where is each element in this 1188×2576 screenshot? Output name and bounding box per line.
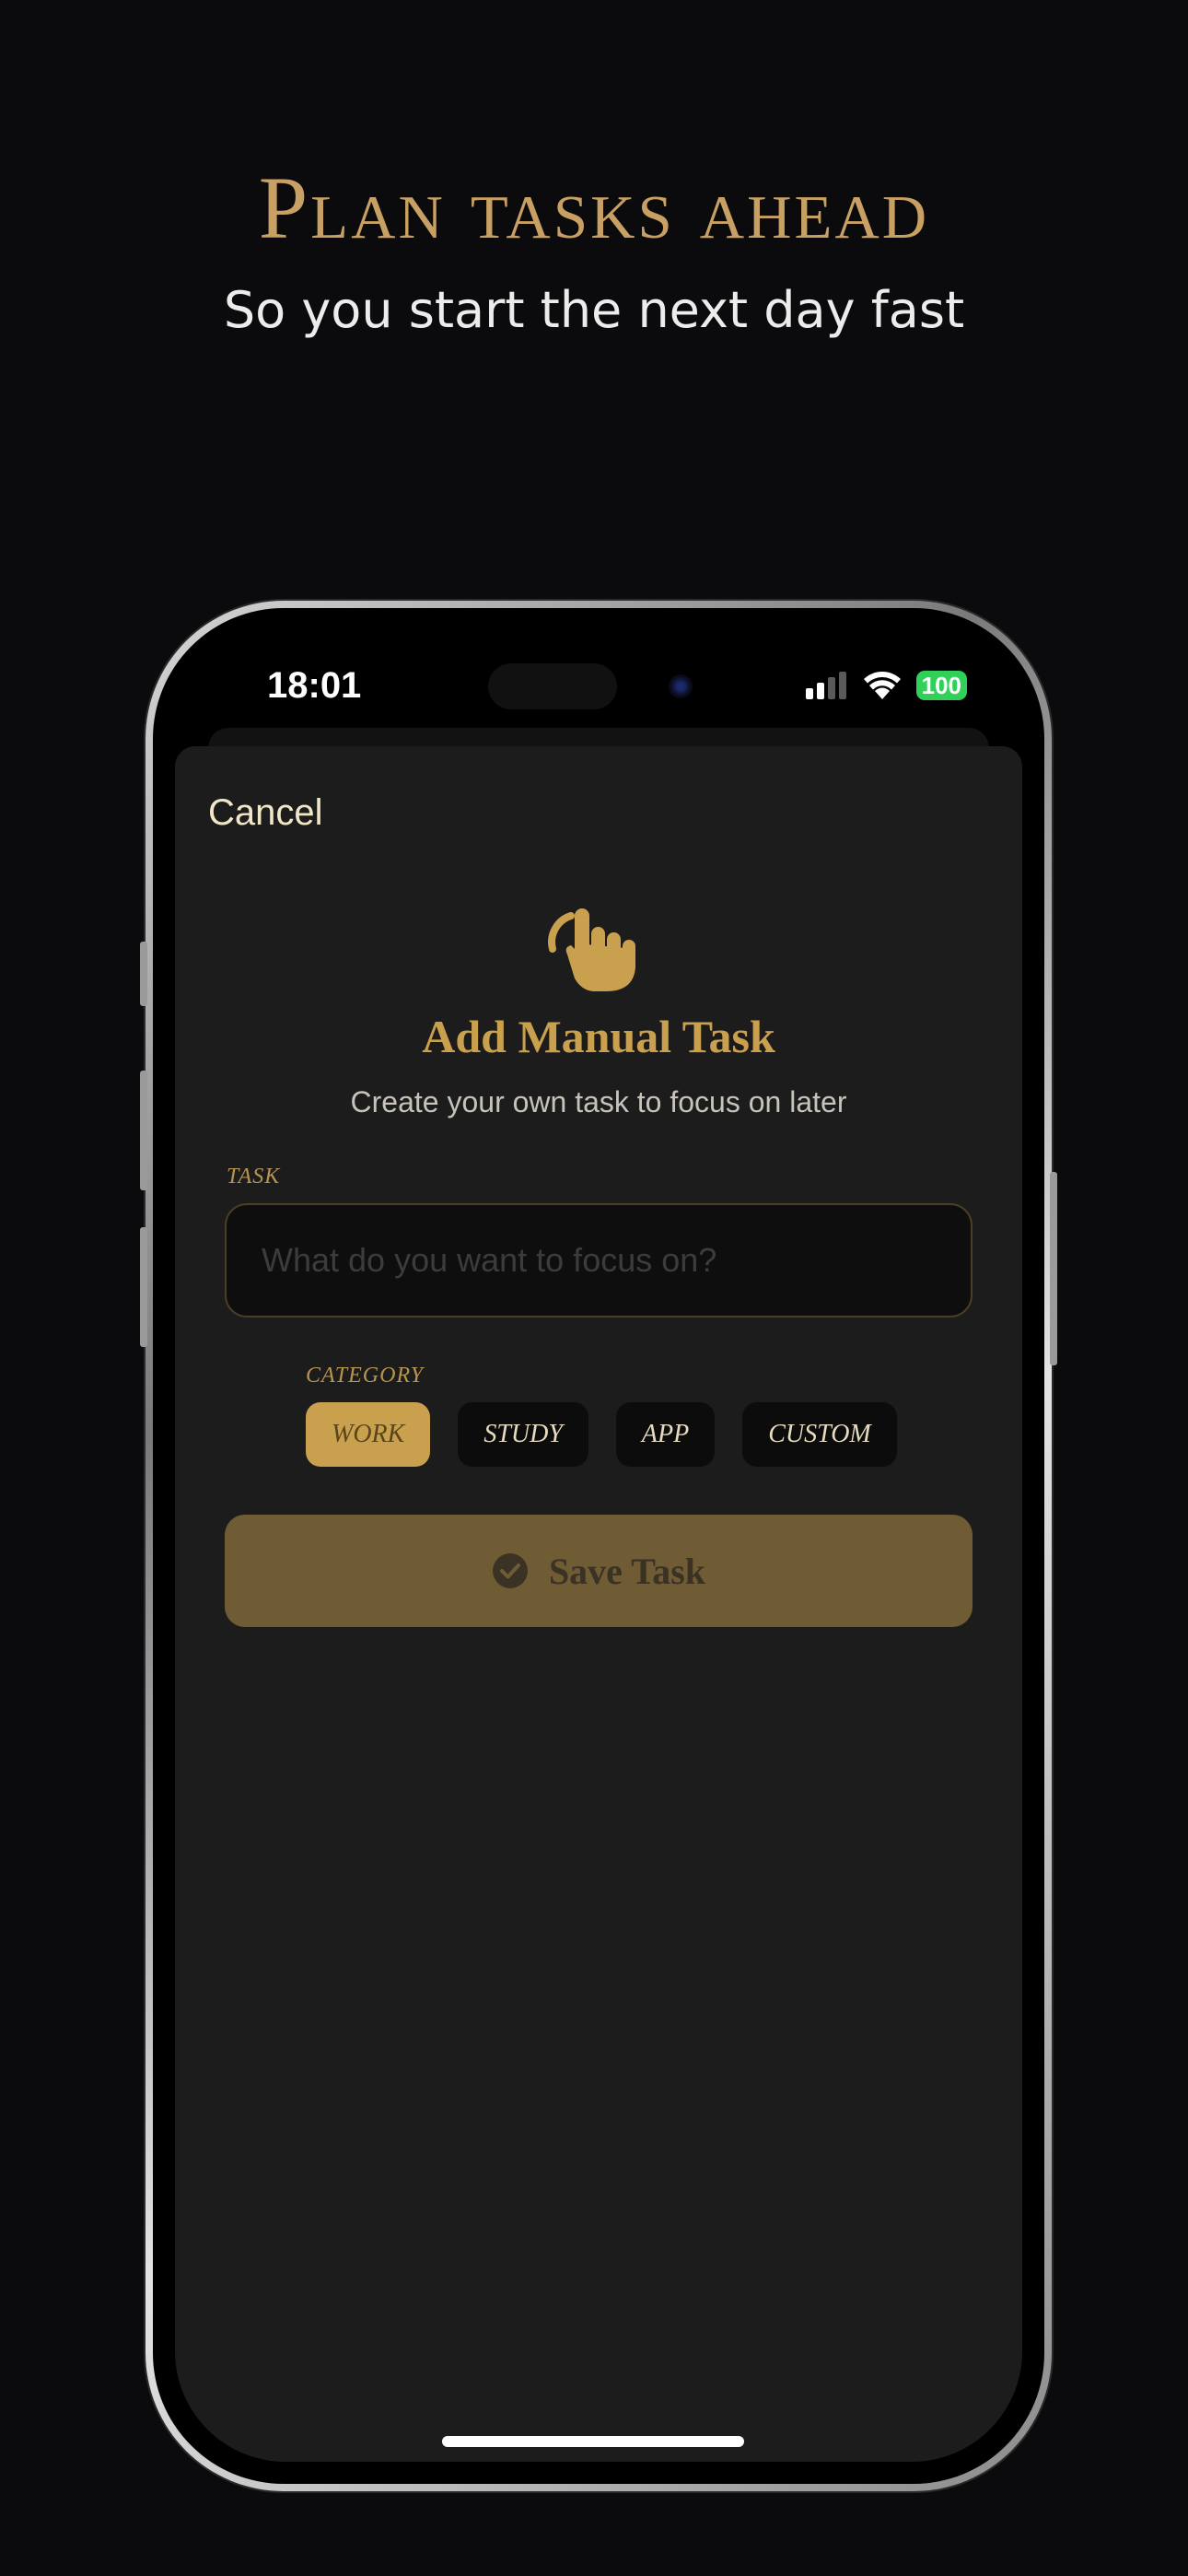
status-icons: 100 xyxy=(805,671,967,700)
sheet-subtitle: Create your own task to focus on later xyxy=(350,1085,847,1118)
sheet-title: Add Manual Task xyxy=(422,1011,775,1062)
category-chip-app[interactable]: APP xyxy=(615,1402,716,1467)
cellular-signal-icon xyxy=(805,672,846,699)
volume-down-button xyxy=(140,1227,147,1347)
status-time: 18:01 xyxy=(267,665,362,706)
add-task-sheet: Cancel Add Manual Task Create your own t… xyxy=(175,746,1022,2462)
home-indicator[interactable] xyxy=(442,2436,744,2447)
category-chip-study[interactable]: STUDY xyxy=(458,1402,588,1467)
save-task-button[interactable]: Save Task xyxy=(225,1515,973,1627)
task-input[interactable] xyxy=(225,1203,973,1317)
phone-screen: 18:01 100 Cancel Add Manual Task Create … xyxy=(175,630,1022,2462)
marketing-subheadline: So you start the next day fast xyxy=(223,281,965,339)
dynamic-island xyxy=(488,663,617,709)
volume-up-button xyxy=(140,1071,147,1190)
action-button xyxy=(140,942,147,1006)
tap-hand-icon xyxy=(548,908,635,991)
save-task-label: Save Task xyxy=(548,1550,706,1592)
phone-frame: 18:01 100 Cancel Add Manual Task Create … xyxy=(140,601,1057,2491)
checkmark-circle-icon xyxy=(492,1553,528,1588)
category-chip-custom[interactable]: CUSTOM xyxy=(742,1402,897,1467)
cancel-button[interactable]: Cancel xyxy=(208,792,323,834)
front-camera xyxy=(669,674,693,698)
wifi-icon xyxy=(863,672,901,699)
power-button xyxy=(1050,1172,1057,1365)
battery-icon: 100 xyxy=(915,671,967,700)
task-field-label: TASK xyxy=(227,1165,281,1188)
category-chip-work[interactable]: WORK xyxy=(306,1402,431,1467)
marketing-headline: Plan tasks ahead xyxy=(258,158,930,257)
category-label: CATEGORY xyxy=(306,1364,425,1388)
category-chips: WORK STUDY APP CUSTOM xyxy=(306,1402,897,1467)
